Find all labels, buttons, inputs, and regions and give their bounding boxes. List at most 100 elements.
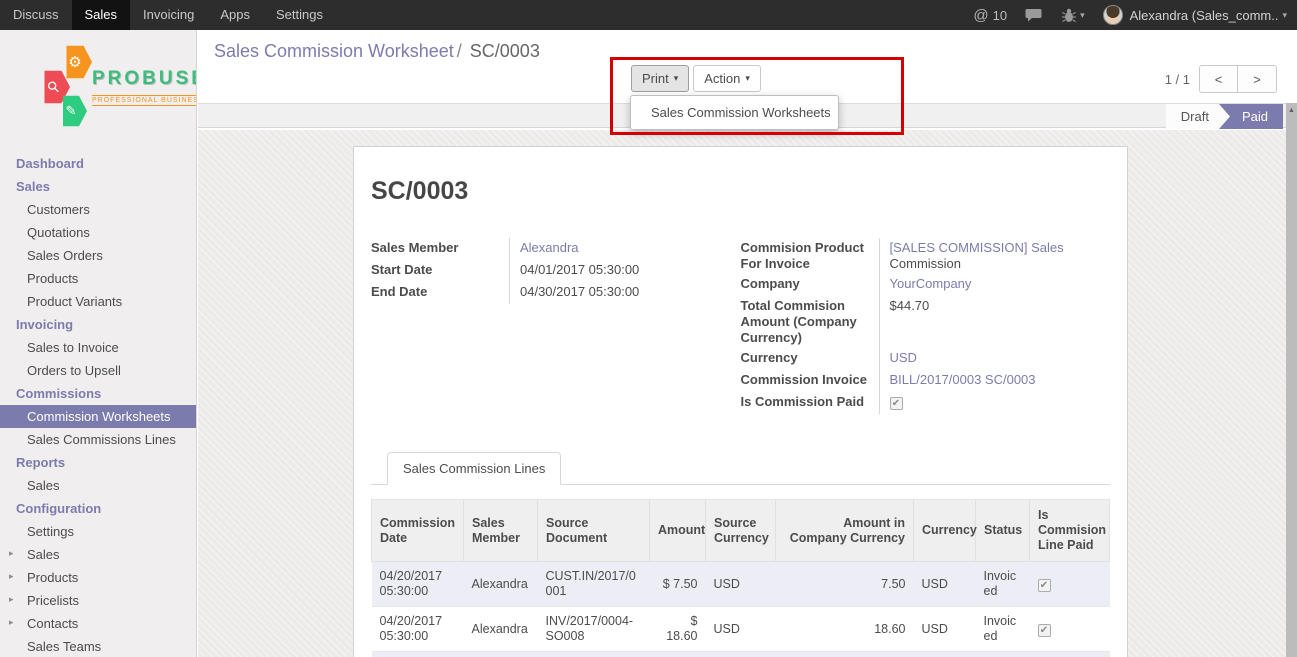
field-value: YourCompany — [879, 274, 1111, 296]
expand-caret-icon[interactable]: ▸ — [9, 548, 14, 559]
top-menu-sales[interactable]: Sales — [72, 0, 131, 30]
sidebar-item-commission-worksheets[interactable]: Commission Worksheets — [0, 405, 196, 428]
table-cell: INV/2017/0004-SO008 — [538, 607, 650, 652]
field-label: Start Date — [371, 260, 509, 282]
field-value: Alexandra — [509, 238, 741, 260]
field-label: Commission Invoice — [741, 370, 879, 392]
breadcrumb: Sales Commission Worksheet/ SC/0003 — [214, 41, 540, 62]
chevron-down-icon: ▾ — [1080, 10, 1085, 21]
table-cell: USD — [706, 607, 776, 652]
sidebar-menu: DashboardSalesCustomersQuotationsSales O… — [0, 152, 196, 657]
field-value-link[interactable]: USD — [890, 350, 917, 365]
field-group-left: Sales MemberAlexandraStart Date04/01/201… — [371, 238, 741, 414]
top-menu-discuss[interactable]: Discuss — [0, 0, 72, 30]
sidebar-item-sales[interactable]: Sales — [0, 474, 196, 497]
vertical-scrollbar[interactable]: ▲ — [1286, 103, 1297, 657]
sidebar-item-products[interactable]: ▸Products — [0, 566, 196, 589]
breadcrumb-parent-link[interactable]: Sales Commission Worksheet — [214, 41, 454, 61]
table-cell: 18.60 — [776, 607, 914, 652]
field-label: Commision Product For Invoice — [741, 238, 879, 274]
table-cell: 04/20/2017 05:30:00 — [372, 562, 464, 607]
column-header: Source Currency — [706, 500, 776, 562]
table-row[interactable]: 04/20/2017 05:30:00AlexandraCUST.IN/2017… — [372, 562, 1110, 607]
top-menu-settings[interactable]: Settings — [263, 0, 336, 30]
field-label: Company — [741, 274, 879, 296]
sidebar-item-sales-to-invoice[interactable]: Sales to Invoice — [0, 336, 196, 359]
expand-caret-icon[interactable]: ▸ — [9, 571, 14, 582]
field-row: Commision Product For Invoice[SALES COMM… — [741, 238, 1111, 274]
table-cell: Invoiced — [976, 652, 1030, 657]
table-row[interactable]: 04/20/2017 10:35:53AlexandraSO008$ 18.60… — [372, 652, 1110, 657]
logo-subtitle: PROFESSIONAL BUSINESS — [92, 95, 197, 106]
form-sheet: SC/0003 Sales MemberAlexandraStart Date0… — [353, 146, 1128, 657]
expand-caret-icon[interactable]: ▸ — [9, 617, 14, 628]
field-value-link[interactable]: [SALES COMMISSION] Sales — [890, 240, 1064, 255]
sidebar-item-sales[interactable]: ▸Sales — [0, 543, 196, 566]
sidebar-section-commissions[interactable]: Commissions — [0, 382, 196, 405]
sidebar-section-configuration[interactable]: Configuration — [0, 497, 196, 520]
table-cell: USD — [914, 562, 976, 607]
table-cell-paid: ✔ — [1030, 652, 1110, 657]
table-cell: Invoiced — [976, 562, 1030, 607]
scroll-up-arrow-icon[interactable]: ▲ — [1286, 103, 1297, 114]
pencil-icon: ✎ — [66, 103, 77, 119]
chevron-down-icon: ▾ — [745, 73, 750, 84]
field-row: CurrencyUSD — [741, 348, 1111, 370]
tab-sales-commission-lines[interactable]: Sales Commission Lines — [387, 452, 561, 485]
pager-previous-button[interactable]: < — [1200, 66, 1238, 92]
table-row[interactable]: 04/20/2017 05:30:00AlexandraINV/2017/000… — [372, 607, 1110, 652]
field-value: [SALES COMMISSION] Sales Commission — [879, 238, 1111, 274]
field-value-link[interactable]: BILL/2017/0003 SC/0003 — [890, 372, 1036, 387]
bug-icon — [1062, 8, 1076, 23]
sidebar-item-products[interactable]: Products — [0, 267, 196, 290]
status-step-draft[interactable]: Draft — [1166, 104, 1230, 129]
field-value: 04/30/2017 05:30:00 — [509, 282, 741, 304]
sidebar-item-sales-teams[interactable]: Sales Teams — [0, 635, 196, 657]
sidebar-section-sales[interactable]: Sales — [0, 175, 196, 198]
sidebar-item-sales-orders[interactable]: Sales Orders — [0, 244, 196, 267]
print-dropdown-menu: Sales Commission Worksheets — [630, 95, 839, 130]
sidebar-item-contacts[interactable]: ▸Contacts — [0, 612, 196, 635]
field-value: USD — [879, 348, 1111, 370]
sidebar-section-invoicing[interactable]: Invoicing — [0, 313, 196, 336]
field-row: Commission Invoice BILL/2017/0003 SC/0003 — [741, 370, 1111, 392]
mentions-button[interactable]: @ 10 — [973, 7, 1007, 24]
user-menu[interactable]: Alexandra (Sales_comm.. — [1130, 8, 1279, 23]
action-button[interactable]: Action▾ — [693, 65, 761, 92]
field-value: ✔ — [879, 392, 1111, 414]
field-value-link[interactable]: Alexandra — [520, 240, 579, 255]
field-value: 04/01/2017 05:30:00 — [509, 260, 741, 282]
breadcrumb-separator: / — [454, 41, 465, 61]
sidebar-item-product-variants[interactable]: Product Variants — [0, 290, 196, 313]
table-cell: Alexandra — [464, 562, 538, 607]
print-button[interactable]: Print▾ — [631, 65, 689, 92]
expand-caret-icon[interactable]: ▸ — [9, 594, 14, 605]
dropdown-item-sales-commission-worksheets[interactable]: Sales Commission Worksheets — [631, 101, 838, 124]
form-view-background: SC/0003 Sales MemberAlexandraStart Date0… — [198, 130, 1286, 657]
sidebar-item-pricelists[interactable]: ▸Pricelists — [0, 589, 196, 612]
field-label: Is Commission Paid — [741, 392, 879, 414]
column-header: Source Document — [538, 500, 650, 562]
debug-menu-button[interactable]: ▾ — [1062, 8, 1085, 23]
sidebar-section-reports[interactable]: Reports — [0, 451, 196, 474]
field-row: Company YourCompany — [741, 274, 1111, 296]
gear-icon: ⚙ — [68, 53, 81, 71]
table-cell: USD — [706, 562, 776, 607]
field-value-link[interactable]: YourCompany — [890, 276, 972, 291]
pager-next-button[interactable]: > — [1238, 66, 1276, 92]
sidebar-item-settings[interactable]: Settings — [0, 520, 196, 543]
sidebar-item-orders-to-upsell[interactable]: Orders to Upsell — [0, 359, 196, 382]
table-cell: 18.60 — [776, 652, 914, 657]
top-menu-apps[interactable]: Apps — [207, 0, 263, 30]
sidebar-item-customers[interactable]: Customers — [0, 198, 196, 221]
notebook-tabs: Sales Commission Lines — [371, 452, 1110, 485]
table-cell: 7.50 — [776, 562, 914, 607]
column-header: Currency — [914, 500, 976, 562]
sidebar-section-dashboard[interactable]: Dashboard — [0, 152, 196, 175]
sidebar-item-quotations[interactable]: Quotations — [0, 221, 196, 244]
messages-icon[interactable] — [1025, 8, 1042, 22]
top-menu-invoicing[interactable]: Invoicing — [130, 0, 207, 30]
mention-count: 10 — [993, 8, 1007, 23]
field-row: Is Commission Paid✔ — [741, 392, 1111, 414]
sidebar-item-sales-commissions-lines[interactable]: Sales Commissions Lines — [0, 428, 196, 451]
